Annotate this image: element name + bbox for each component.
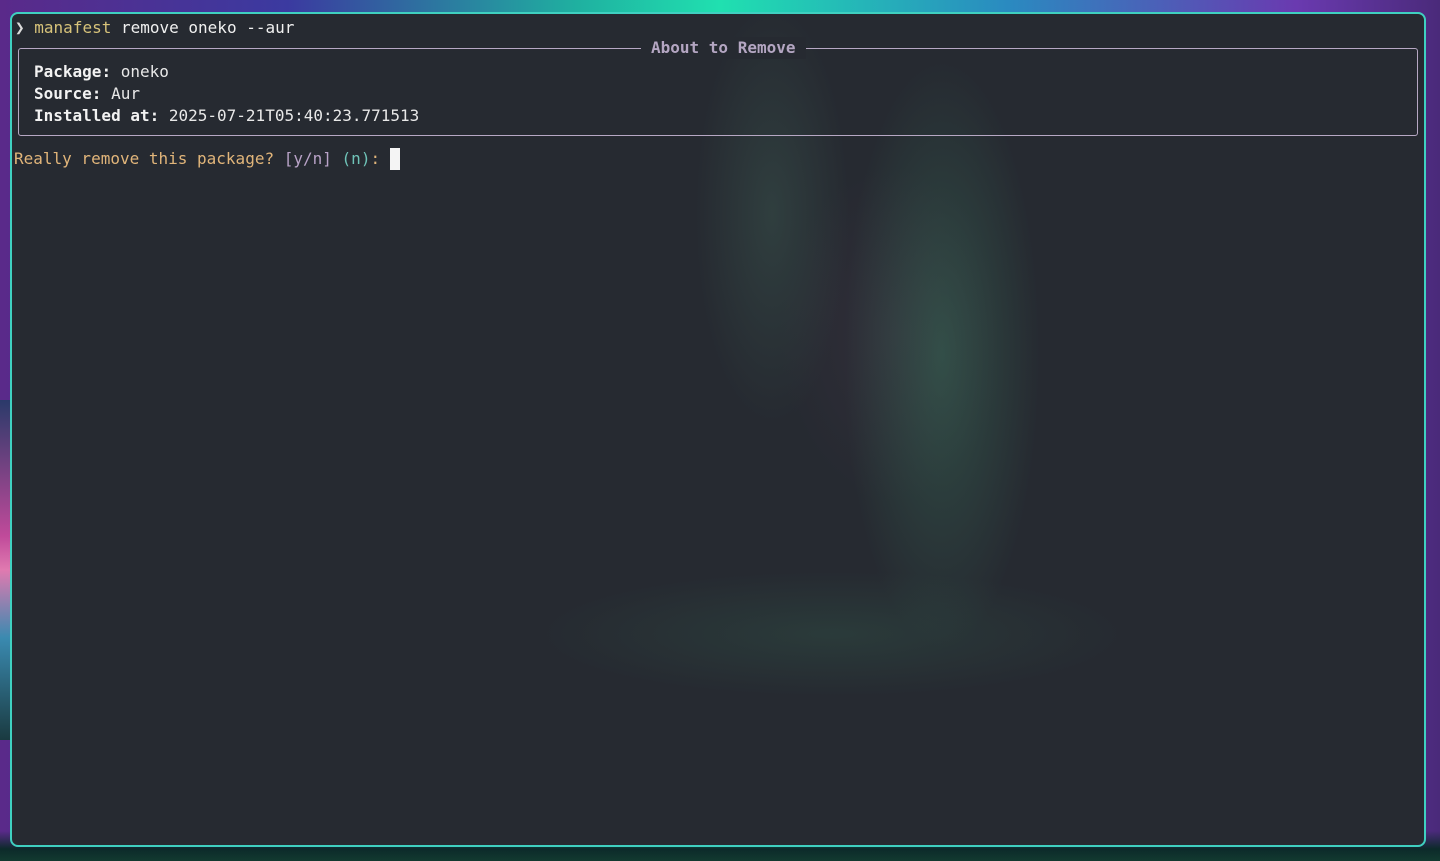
remove-info-panel: About to Remove Package: oneko Source: A… (18, 37, 1418, 136)
confirm-colon: : (370, 149, 381, 168)
text-cursor[interactable] (390, 148, 401, 170)
field-value: Aur (111, 84, 140, 103)
field-key: Package (34, 62, 102, 81)
field-source: Source: Aur (34, 84, 140, 103)
command-args: remove oneko --aur (111, 18, 295, 37)
confirm-default: (n) (341, 149, 371, 168)
field-value: oneko (120, 62, 169, 81)
command-line: ❯ manafest remove oneko --aur (15, 17, 294, 39)
field-key: Installed at (34, 106, 150, 125)
panel-title: About to Remove (641, 37, 806, 59)
confirm-question: Really remove this package? (14, 149, 275, 168)
field-value: 2025-07-21T05:40:23.771513 (168, 106, 420, 125)
prompt-chevron-icon: ❯ (15, 18, 25, 37)
field-installed-at: Installed at: 2025-07-21T05:40:23.771513 (34, 106, 420, 125)
field-package: Package: oneko (34, 62, 169, 81)
terminal-window[interactable]: ❯ manafest remove oneko --aur About to R… (10, 12, 1426, 847)
confirm-choices: [y/n] (283, 149, 332, 168)
command-name: manafest (34, 18, 112, 37)
field-key: Source (34, 84, 92, 103)
confirm-prompt[interactable]: Really remove this package? [y/n] (n): (14, 148, 401, 170)
